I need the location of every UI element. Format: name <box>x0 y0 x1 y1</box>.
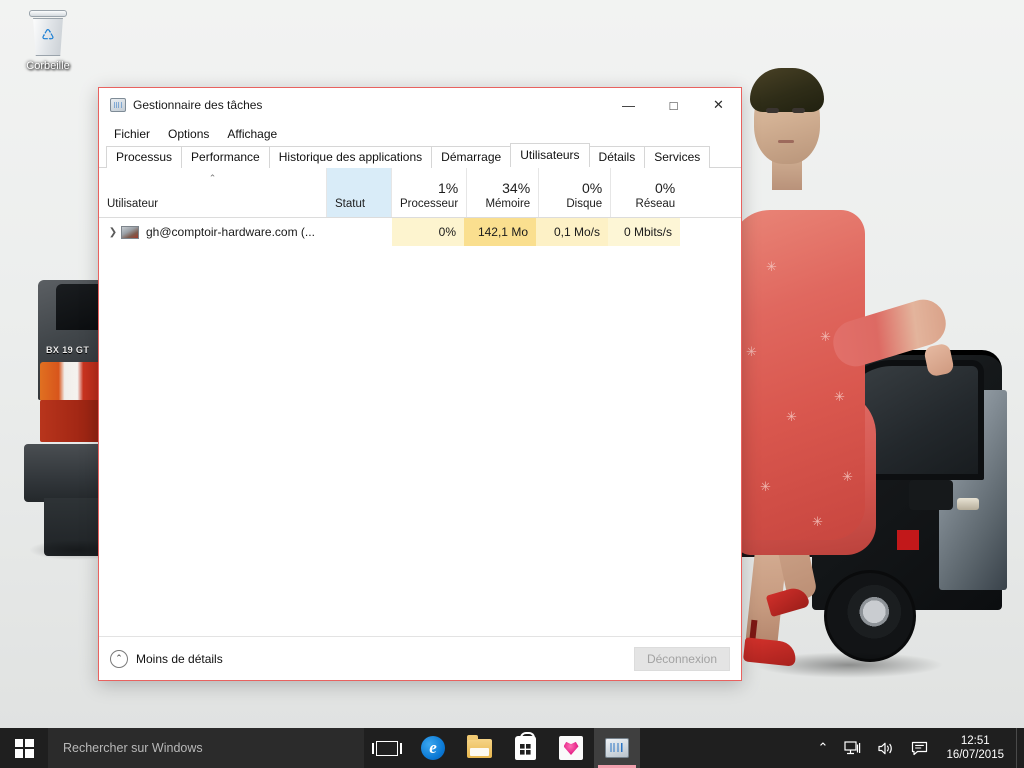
tab-historique-applications[interactable]: Historique des applications <box>269 146 432 168</box>
cell-reseau: 0 Mbits/s <box>608 218 680 246</box>
chevron-up-icon: ⌃ <box>818 740 829 756</box>
tab-services[interactable]: Services <box>644 146 710 168</box>
taskbar-pink-app-button[interactable] <box>548 728 594 768</box>
wallpaper-person-and-car: ✳ ✳ ✳ ✳ ✳ ✳ ✳ ✳ <box>724 60 1024 720</box>
users-list[interactable]: ❯ gh@comptoir-hardware.com (... 0% 142,1… <box>99 218 741 636</box>
column-header-processeur[interactable]: 1% Processeur <box>392 168 467 217</box>
chevron-right-icon[interactable]: ❯ <box>105 227 121 238</box>
clock-time: 12:51 <box>961 734 990 748</box>
chevron-up-circle-icon: ⌃ <box>110 650 128 668</box>
taskbar-clock[interactable]: 12:51 16/07/2015 <box>936 728 1016 768</box>
task-view-icon <box>376 741 398 756</box>
folder-icon <box>467 739 492 758</box>
taskbar-task-manager-button[interactable] <box>594 728 640 768</box>
menu-fichier[interactable]: Fichier <box>107 124 157 144</box>
system-tray: ⌃ <box>810 728 1024 768</box>
column-pct-disque: 0% <box>547 180 602 197</box>
tab-processus[interactable]: Processus <box>106 146 182 168</box>
cell-disque: 0,1 Mo/s <box>536 218 608 246</box>
window-controls: — □ ✕ <box>606 88 741 122</box>
column-header-memoire[interactable]: 34% Mémoire <box>467 168 539 217</box>
column-pct-statut <box>335 180 383 197</box>
column-header-disque[interactable]: 0% Disque <box>539 168 611 217</box>
tab-strip: Processus Performance Historique des app… <box>99 146 741 168</box>
cell-utilisateur[interactable]: ❯ gh@comptoir-hardware.com (... <box>99 218 327 246</box>
column-header-statut[interactable]: Statut <box>327 168 392 217</box>
menu-bar: Fichier Options Affichage <box>99 122 741 146</box>
cell-statut <box>327 218 392 246</box>
search-input[interactable]: Rechercher sur Windows <box>48 728 364 768</box>
column-pct-reseau: 0% <box>619 180 675 197</box>
maximize-button[interactable]: □ <box>651 88 696 122</box>
cell-memoire: 142,1 Mo <box>464 218 536 246</box>
close-button[interactable]: ✕ <box>696 88 741 122</box>
task-manager-icon <box>605 738 629 758</box>
edge-icon: e <box>421 736 445 760</box>
taskbar-buttons: e <box>364 728 640 768</box>
menu-affichage[interactable]: Affichage <box>220 124 284 144</box>
column-name-statut: Statut <box>335 198 383 210</box>
taskbar[interactable]: Rechercher sur Windows e ⌃ <box>0 728 1024 768</box>
tray-network-button[interactable] <box>836 728 869 768</box>
wallpaper-car-left: BX 19 GT <box>0 240 112 570</box>
recycle-bin-icon: ♺ <box>31 18 65 56</box>
less-details-button[interactable]: ⌃ Moins de détails <box>110 650 223 668</box>
menu-options[interactable]: Options <box>161 124 216 144</box>
window-titlebar[interactable]: Gestionnaire des tâches — □ ✕ <box>99 88 741 122</box>
cell-processeur: 0% <box>392 218 464 246</box>
action-center-icon <box>911 741 928 756</box>
show-desktop-button[interactable] <box>1016 728 1022 768</box>
window-footer: ⌃ Moins de détails Déconnexion <box>99 636 741 680</box>
column-name-processeur: Processeur <box>400 198 458 210</box>
tray-volume-button[interactable] <box>869 728 903 768</box>
taskbar-edge-button[interactable]: e <box>410 728 456 768</box>
tab-performance[interactable]: Performance <box>181 146 270 168</box>
tab-utilisateurs[interactable]: Utilisateurs <box>510 143 589 167</box>
recycle-symbol-icon: ♺ <box>41 28 54 43</box>
window-title: Gestionnaire des tâches <box>133 98 606 112</box>
column-name-disque: Disque <box>547 198 602 210</box>
task-manager-window[interactable]: Gestionnaire des tâches — □ ✕ Fichier Op… <box>98 87 742 681</box>
taskbar-file-explorer-button[interactable] <box>456 728 502 768</box>
column-pct-memoire: 34% <box>475 180 530 197</box>
column-pct-processeur: 1% <box>400 180 458 197</box>
recycle-bin-lid-icon <box>29 10 67 17</box>
taskbar-task-view-button[interactable] <box>364 728 410 768</box>
desktop-icon-label: Corbeille <box>17 60 79 73</box>
windows-logo-icon <box>15 739 34 758</box>
column-name-reseau: Réseau <box>619 198 675 210</box>
minimize-button[interactable]: — <box>606 88 651 122</box>
clock-date: 16/07/2015 <box>946 748 1004 762</box>
task-manager-icon <box>110 98 126 112</box>
tray-action-center-button[interactable] <box>903 728 936 768</box>
table-row[interactable]: ❯ gh@comptoir-hardware.com (... 0% 142,1… <box>99 218 741 246</box>
disconnect-button[interactable]: Déconnexion <box>634 647 730 671</box>
search-placeholder-text: Rechercher sur Windows <box>63 741 203 755</box>
column-header-reseau[interactable]: 0% Réseau <box>611 168 683 217</box>
gem-icon <box>559 736 583 760</box>
taskbar-store-button[interactable] <box>502 728 548 768</box>
network-icon <box>844 741 861 756</box>
column-header-row: ⌃ Utilisateur Statut 1% Processeur 34% M… <box>99 168 741 218</box>
store-icon <box>515 736 536 760</box>
column-name-memoire: Mémoire <box>475 198 530 210</box>
user-avatar-icon <box>121 226 139 239</box>
tab-details[interactable]: Détails <box>589 146 646 168</box>
tab-demarrage[interactable]: Démarrage <box>431 146 511 168</box>
sort-ascending-icon: ⌃ <box>209 174 217 183</box>
column-name-utilisateur: Utilisateur <box>107 198 318 210</box>
desktop[interactable]: BX 19 GT ✳ ✳ ✳ ✳ ✳ <box>0 0 1024 768</box>
tray-overflow-button[interactable]: ⌃ <box>810 728 837 768</box>
cell-username-text: gh@comptoir-hardware.com (... <box>146 225 315 239</box>
start-button[interactable] <box>0 728 48 768</box>
volume-icon <box>877 741 895 756</box>
column-header-utilisateur[interactable]: ⌃ Utilisateur <box>99 168 327 217</box>
less-details-label: Moins de détails <box>136 652 223 666</box>
desktop-icon-recycle-bin[interactable]: ♺ Corbeille <box>17 10 79 73</box>
